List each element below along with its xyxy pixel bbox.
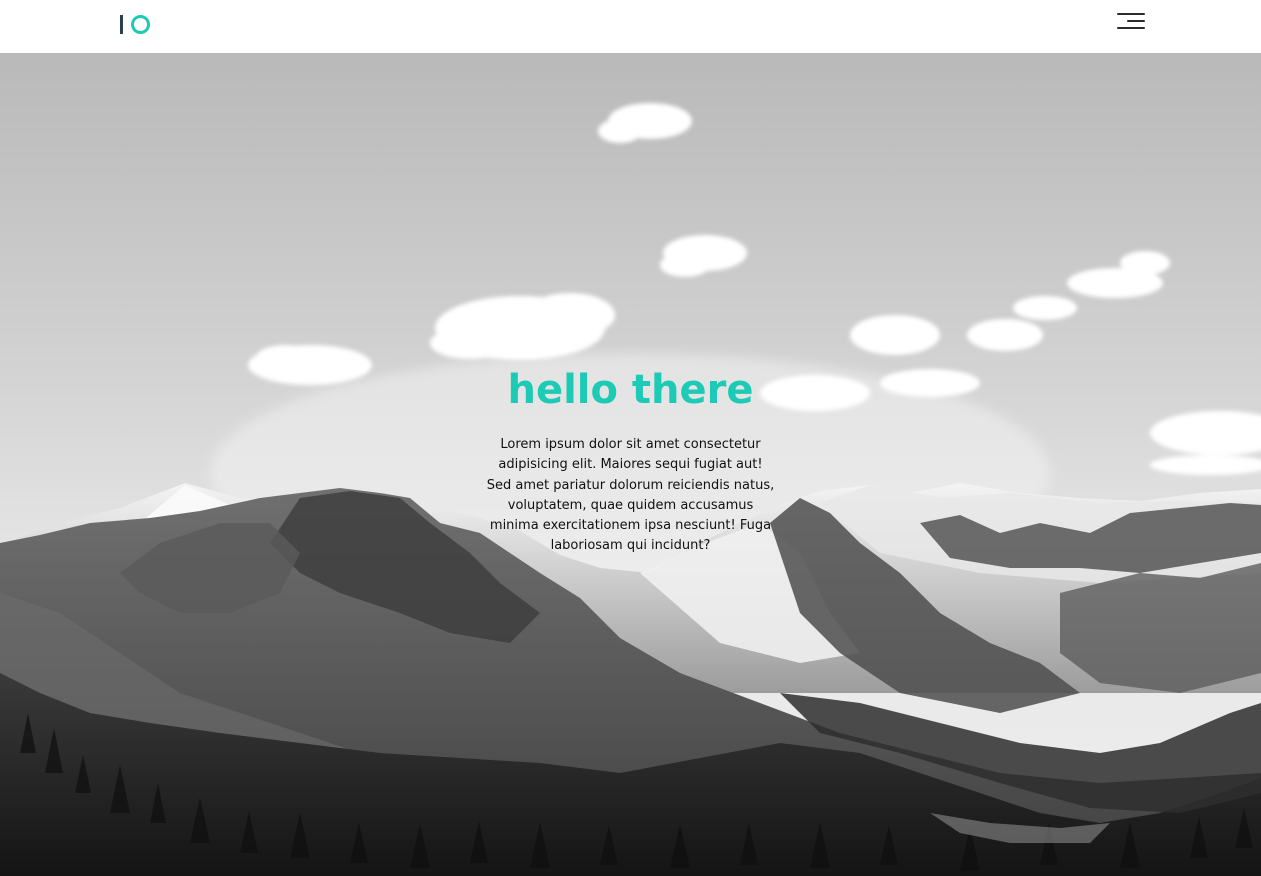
hero-title: hello there xyxy=(507,367,754,413)
menu-line-middle xyxy=(1127,20,1145,22)
hero-section: hello there Lorem ipsum dolor sit amet c… xyxy=(0,53,1261,876)
hamburger-menu-icon[interactable] xyxy=(1114,10,1148,34)
hero-text-block: hello there Lorem ipsum dolor sit amet c… xyxy=(0,363,1261,557)
menu-line-top xyxy=(1117,13,1145,15)
menu-line-bottom xyxy=(1117,27,1145,29)
top-navigation-bar xyxy=(0,0,1261,53)
logo-bar-shape xyxy=(120,14,123,34)
logo-mark[interactable] xyxy=(120,13,150,35)
logo-ring-shape xyxy=(131,14,150,34)
hero-description: Lorem ipsum dolor sit amet consectetur a… xyxy=(486,437,775,554)
